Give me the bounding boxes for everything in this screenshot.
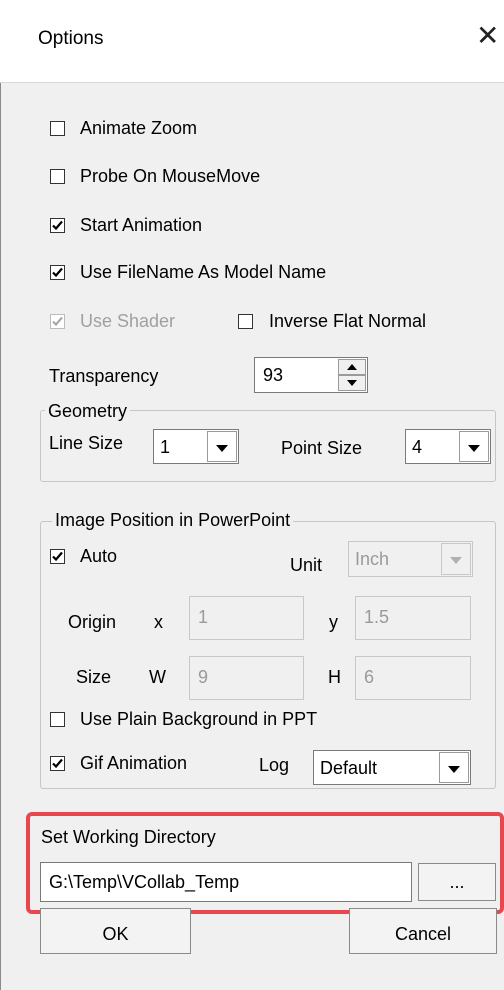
origin-x-input[interactable]: 1 bbox=[189, 596, 304, 640]
gif-animation-label[interactable]: Gif Animation bbox=[80, 753, 187, 774]
use-shader-checkbox[interactable] bbox=[50, 314, 65, 329]
unit-select[interactable]: Inch bbox=[348, 541, 473, 577]
line-size-label: Line Size bbox=[49, 433, 124, 453]
use-filename-checkbox[interactable] bbox=[50, 265, 65, 280]
log-label: Log bbox=[259, 755, 290, 775]
point-size-label: Point Size bbox=[281, 438, 363, 458]
browse-button[interactable]: ... bbox=[418, 863, 496, 901]
chevron-down-icon bbox=[448, 766, 460, 773]
start-animation-checkbox[interactable] bbox=[50, 218, 65, 233]
image-position-group-title: Image Position in PowerPoint bbox=[52, 510, 294, 530]
point-size-dropdown-button[interactable] bbox=[459, 431, 489, 462]
checkmark-icon bbox=[52, 316, 63, 327]
probe-on-mousemove-checkbox[interactable] bbox=[50, 169, 65, 184]
unit-dropdown-button[interactable] bbox=[441, 543, 471, 575]
arrow-down-icon bbox=[347, 380, 357, 386]
unit-label: Unit bbox=[290, 555, 323, 575]
origin-y-label: y bbox=[329, 612, 338, 632]
dialog-title: Options bbox=[38, 28, 104, 49]
auto-label[interactable]: Auto bbox=[80, 546, 117, 567]
checkmark-icon bbox=[52, 551, 63, 562]
auto-checkbox[interactable] bbox=[50, 549, 65, 564]
line-size-select[interactable]: 1 bbox=[153, 429, 239, 464]
spin-up-button[interactable] bbox=[338, 359, 366, 375]
animate-zoom-checkbox[interactable] bbox=[50, 121, 65, 136]
point-size-value[interactable]: 4 bbox=[412, 430, 422, 464]
plain-background-label[interactable]: Use Plain Background in PPT bbox=[80, 709, 317, 730]
geometry-group-title: Geometry bbox=[45, 401, 131, 421]
transparency-label: Transparency bbox=[49, 366, 159, 386]
checkmark-icon bbox=[52, 267, 63, 278]
size-w-label: W bbox=[149, 667, 166, 687]
chevron-down-icon bbox=[468, 445, 480, 452]
arrow-up-icon bbox=[347, 364, 357, 370]
use-filename-label[interactable]: Use FileName As Model Name bbox=[80, 262, 326, 283]
transparency-value[interactable]: 93 bbox=[263, 365, 283, 385]
probe-on-mousemove-label[interactable]: Probe On MouseMove bbox=[80, 166, 260, 187]
origin-x-label: x bbox=[154, 612, 163, 632]
cancel-button[interactable]: Cancel bbox=[349, 908, 497, 954]
plain-background-checkbox[interactable] bbox=[50, 712, 65, 727]
working-directory-label: Set Working Directory bbox=[41, 827, 216, 847]
origin-y-input[interactable]: 1.5 bbox=[355, 596, 471, 640]
line-size-value[interactable]: 1 bbox=[160, 430, 170, 464]
ok-button[interactable]: OK bbox=[40, 908, 191, 954]
log-dropdown-button[interactable] bbox=[439, 752, 469, 783]
size-h-label: H bbox=[328, 667, 341, 687]
log-select[interactable]: Default bbox=[313, 750, 471, 785]
checkmark-icon bbox=[52, 758, 63, 769]
animate-zoom-label[interactable]: Animate Zoom bbox=[80, 118, 197, 139]
gif-animation-checkbox[interactable] bbox=[50, 756, 65, 771]
checkmark-icon bbox=[52, 220, 63, 231]
working-directory-input[interactable]: G:\Temp\VCollab_Temp bbox=[40, 862, 412, 902]
start-animation-label[interactable]: Start Animation bbox=[80, 215, 202, 236]
window-border-left bbox=[0, 0, 1, 990]
spin-down-button[interactable] bbox=[338, 375, 366, 391]
inverse-flat-normal-checkbox[interactable] bbox=[238, 314, 253, 329]
close-icon[interactable]: ✕ bbox=[476, 20, 499, 52]
point-size-select[interactable]: 4 bbox=[405, 429, 491, 464]
inverse-flat-normal-label[interactable]: Inverse Flat Normal bbox=[269, 311, 426, 332]
chevron-down-icon bbox=[216, 445, 228, 452]
chevron-down-icon bbox=[450, 557, 462, 564]
unit-value: Inch bbox=[355, 549, 390, 569]
size-h-input[interactable]: 6 bbox=[355, 656, 471, 700]
log-value[interactable]: Default bbox=[320, 751, 377, 785]
size-label: Size bbox=[76, 667, 112, 687]
use-shader-label: Use Shader bbox=[80, 311, 176, 331]
origin-label: Origin bbox=[68, 612, 117, 632]
line-size-dropdown-button[interactable] bbox=[207, 431, 237, 462]
size-w-input[interactable]: 9 bbox=[189, 656, 304, 700]
transparency-spinner[interactable]: 93 bbox=[254, 357, 368, 393]
